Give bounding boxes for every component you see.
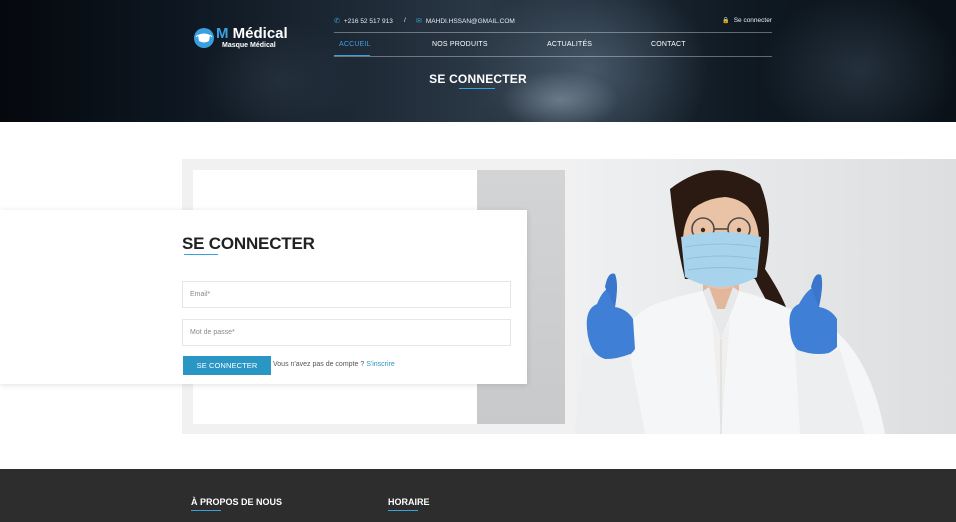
mail-icon: ✉ xyxy=(416,18,422,25)
login-heading-underline xyxy=(184,254,218,255)
email-field[interactable]: Email* xyxy=(182,281,511,308)
phone-contact[interactable]: ✆ +216 52 517 913 xyxy=(334,17,393,26)
password-field[interactable]: Mot de passe* xyxy=(182,319,511,346)
footer-hours-underline xyxy=(388,510,418,511)
top-contact-bar: ✆ +216 52 517 913 / ✉ MAHDI.HSSAN@GMAIL.… xyxy=(334,17,772,29)
logo-tagline: Masque Médical xyxy=(222,42,276,49)
mask-logo-icon xyxy=(194,27,214,48)
nav-bottom-divider xyxy=(334,56,772,57)
main-nav: ACCUEIL NOS PRODUITS ACTUALITÉS CONTACT xyxy=(334,33,772,56)
doctor-thumbs-up-image xyxy=(575,159,956,434)
email-contact[interactable]: ✉ MAHDI.HSSAN@GMAIL.COM xyxy=(416,17,515,26)
login-heading: SE CONNECTER xyxy=(182,234,315,253)
signup-prompt: Vous n'avez pas de compte ? S'inscrire xyxy=(273,361,395,368)
footer-about-underline xyxy=(191,510,221,511)
login-submit-button[interactable]: SE CONNECTER xyxy=(183,356,271,375)
login-link[interactable]: 🔒 Se connecter xyxy=(722,17,772,24)
signup-link[interactable]: S'inscrire xyxy=(366,361,395,368)
footer-about-heading: À PROPOS DE NOUS xyxy=(191,497,283,507)
nav-item-accueil[interactable]: ACCUEIL xyxy=(339,41,371,48)
page-title-underline xyxy=(459,88,495,89)
nav-item-actualites[interactable]: ACTUALITÉS xyxy=(547,41,592,48)
site-logo[interactable]: M Médical Masque Médical xyxy=(194,26,288,49)
footer xyxy=(0,469,956,522)
nav-item-nos-produits[interactable]: NOS PRODUITS xyxy=(432,41,488,48)
footer-hours-heading: HORAIRE xyxy=(388,497,430,507)
logo-title: M Médical xyxy=(216,25,288,42)
contact-separator: / xyxy=(404,17,406,24)
nav-item-contact[interactable]: CONTACT xyxy=(651,41,686,48)
page-title: SE CONNECTER xyxy=(429,72,527,86)
lock-icon: 🔒 xyxy=(722,18,730,24)
phone-icon: ✆ xyxy=(334,18,340,25)
